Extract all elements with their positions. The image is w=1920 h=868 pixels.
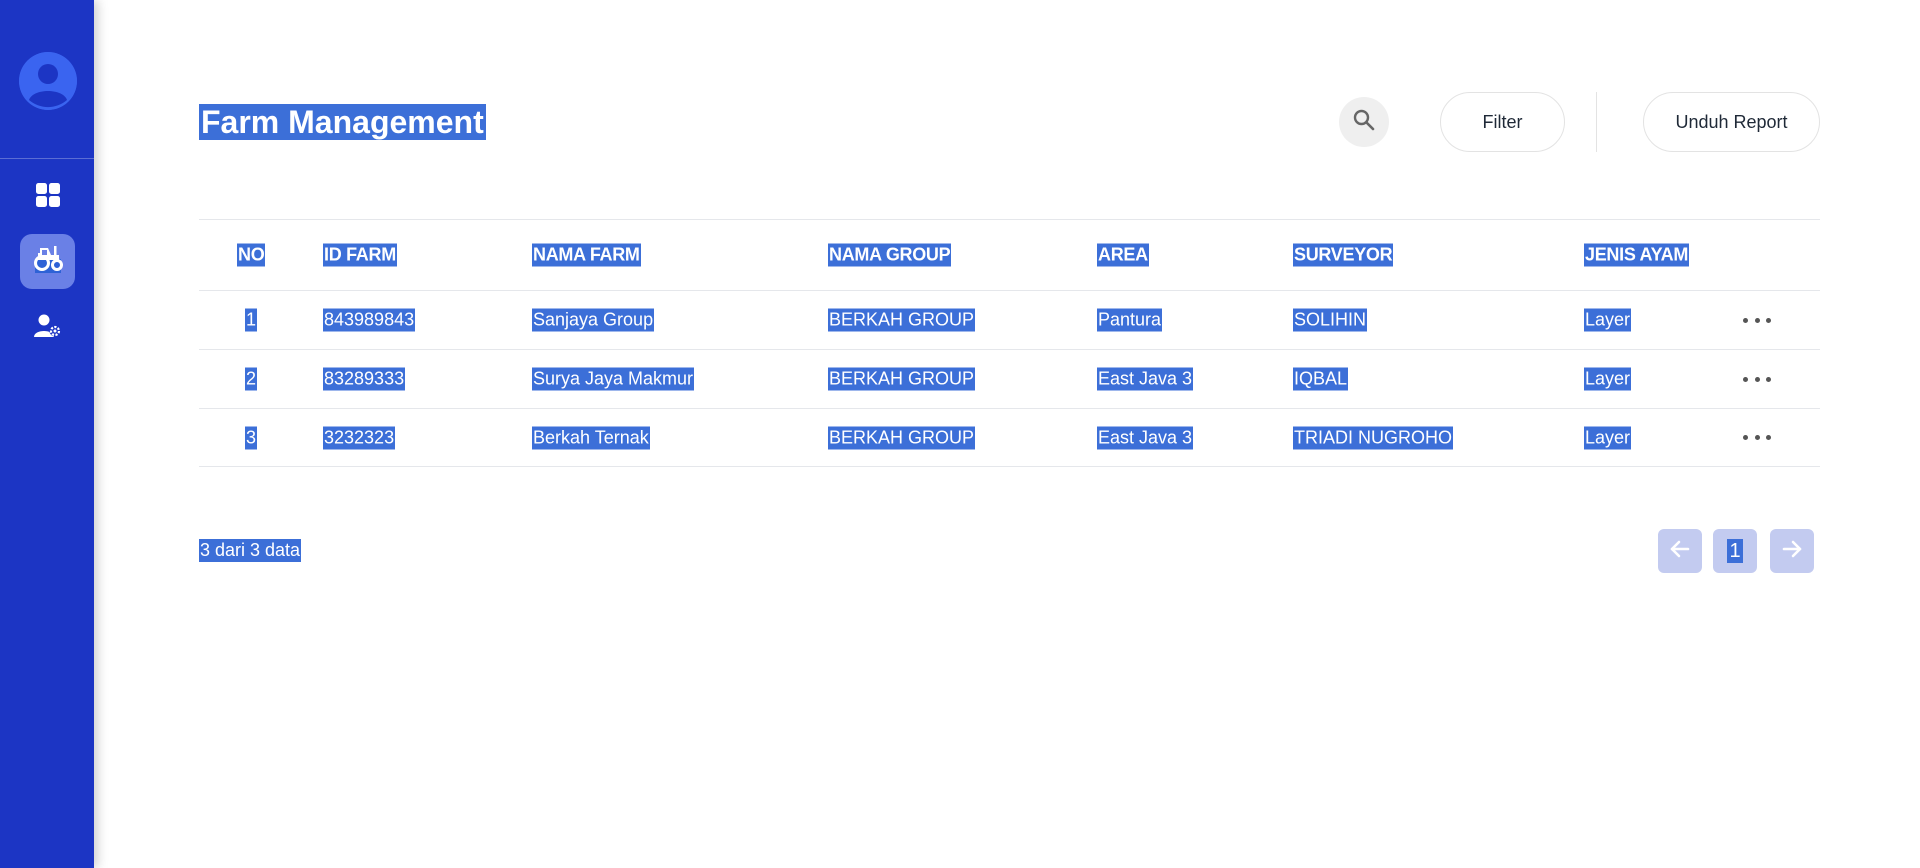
column-header-area[interactable]: AREA [1097,243,1149,267]
column-header-id-farm[interactable]: ID FARM [323,243,397,267]
cell-area: East Java 3 [1097,426,1194,449]
cell-nama-farm: Surya Jaya Makmur [532,367,695,391]
user-settings-icon [33,313,62,344]
table-row[interactable]: 3 3232323 Berkah Ternak BERKAH GROUP Eas… [199,408,1820,467]
table-row[interactable]: 1 843989843 Sanjaya Group BERKAH GROUP P… [199,290,1820,349]
cell-id-farm: 3232323 [323,426,396,449]
filter-button[interactable]: Filter [1440,92,1565,152]
arrow-right-icon [1780,537,1804,566]
cell-jenis-ayam: Layer [1584,426,1632,449]
cell-nama-group: BERKAH GROUP [828,367,976,391]
table-row[interactable]: 2 83289333 Surya Jaya Makmur BERKAH GROU… [199,349,1820,408]
cell-nama-farm: Berkah Ternak [532,426,650,449]
cell-id-farm: 83289333 [323,367,406,391]
cell-nama-farm: Sanjaya Group [532,308,655,332]
search-icon [1352,108,1376,137]
data-count-text: 3 dari 3 data [199,539,302,562]
sidebar-item-users[interactable] [20,301,75,356]
column-header-jenis-ayam[interactable]: JENIS AYAM [1584,243,1690,267]
user-avatar-icon[interactable] [19,52,77,110]
arrow-left-icon [1668,537,1692,566]
sidebar-divider [0,158,94,159]
cell-id-farm: 843989843 [323,308,416,332]
cell-surveyor: IQBAL [1293,367,1349,391]
sidebar-item-dashboard[interactable] [20,170,75,225]
pagination-next-button[interactable] [1770,529,1814,573]
cell-surveyor: TRIADI NUGROHO [1293,426,1454,449]
sidebar-item-farm[interactable] [20,234,75,289]
column-header-nama-farm[interactable]: NAMA FARM [532,243,641,267]
cell-no: 2 [245,367,258,391]
cell-nama-group: BERKAH GROUP [828,426,976,449]
more-horizontal-icon[interactable] [1743,369,1771,389]
cell-no: 3 [245,426,258,449]
header-divider [1596,92,1597,152]
search-button[interactable] [1339,97,1389,147]
column-header-surveyor[interactable]: SURVEYOR [1293,243,1394,267]
dashboard-grid-icon [35,182,61,213]
more-horizontal-icon[interactable] [1743,428,1771,448]
cell-jenis-ayam: Layer [1584,367,1632,391]
tractor-icon [32,244,64,279]
download-report-button[interactable]: Unduh Report [1643,92,1820,152]
more-horizontal-icon[interactable] [1743,310,1771,330]
sidebar [0,0,94,868]
cell-area: East Java 3 [1097,367,1194,391]
table-header-row: NO ID FARM NAMA FARM NAMA GROUP AREA SUR… [199,219,1820,290]
cell-no: 1 [245,308,258,332]
page-title: Farm Management [199,104,486,140]
farm-table: NO ID FARM NAMA FARM NAMA GROUP AREA SUR… [199,219,1820,467]
cell-nama-group: BERKAH GROUP [828,308,976,332]
cell-area: Pantura [1097,308,1163,332]
column-header-no[interactable]: NO [237,243,266,267]
pagination-page-button[interactable]: 1 [1713,529,1757,573]
pagination-prev-button[interactable] [1658,529,1702,573]
pagination-page-number: 1 [1727,539,1743,563]
cell-jenis-ayam: Layer [1584,308,1632,332]
cell-surveyor: SOLIHIN [1293,308,1368,332]
column-header-nama-group[interactable]: NAMA GROUP [828,243,952,267]
